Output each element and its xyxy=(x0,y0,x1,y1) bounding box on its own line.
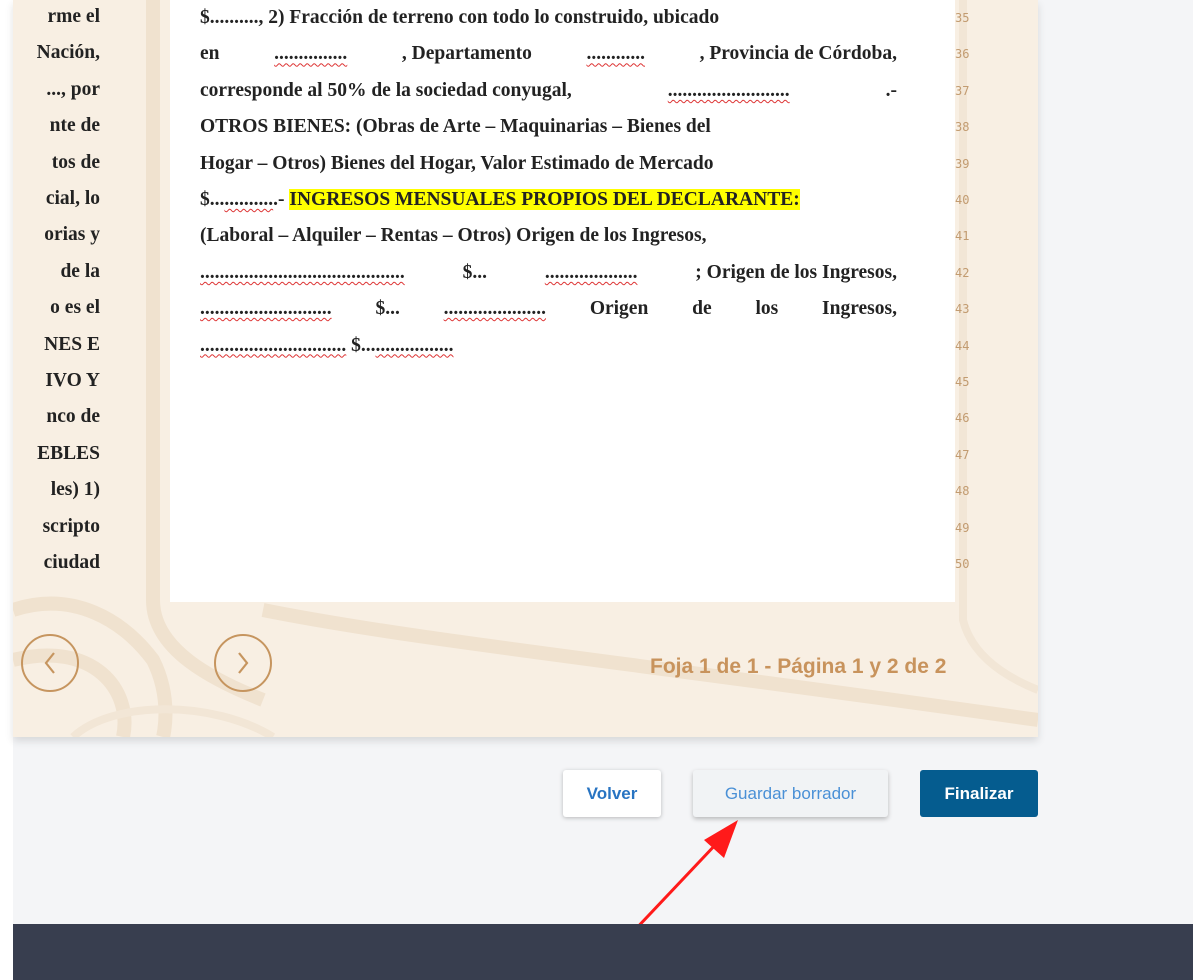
line-number: 40 xyxy=(955,193,970,207)
line-number: 36 xyxy=(955,47,970,62)
chevron-left-icon xyxy=(44,652,55,674)
line-text: de xyxy=(692,298,712,320)
left-page-fragment-line: o es el xyxy=(50,297,100,319)
line-text: $... xyxy=(346,334,376,356)
left-page-fragment-line: les) 1) xyxy=(50,479,100,501)
line-text: (Laboral – Alquiler – Rentas – Otros) Or… xyxy=(200,225,707,247)
left-page-fragment-line: Nación, xyxy=(36,42,100,64)
left-page-fragment-line: EBLES xyxy=(37,442,100,464)
fill-in-blank: .............................. xyxy=(200,334,347,356)
fill-in-blank: ........................... xyxy=(200,298,332,320)
line-text: ; Origen de los Ingresos, xyxy=(695,261,897,283)
highlighted-text: INGRESOS MENSUALES PROPIOS DEL DECLARANT… xyxy=(289,189,800,210)
document-line: $..............- INGRESOS MENSUALES PROP… xyxy=(200,188,897,212)
left-page-fragment-line: nte de xyxy=(49,115,100,137)
line-number: 50 xyxy=(955,557,970,571)
volver-button[interactable]: Volver xyxy=(563,770,661,817)
left-page-fragment-line: IVO Y xyxy=(45,370,100,391)
line-text: $... xyxy=(462,261,487,283)
fill-in-blank: ......................... xyxy=(667,79,790,101)
document-viewer-frame: rme el Nación, ..., por nte de tos de cial, l… xyxy=(13,0,1038,737)
line-text: .- xyxy=(273,189,290,210)
left-page-fragment-line: orias y xyxy=(44,224,100,246)
document-line: corresponde al 50% de la sociedad conyug… xyxy=(200,79,897,103)
fill-in-blank: ................... xyxy=(544,261,638,283)
page-footer xyxy=(13,924,1193,980)
left-page-fragment-line: ..., por xyxy=(46,78,100,100)
fill-in-blank: .......... xyxy=(224,189,274,210)
document-line: Hogar – Otros) Bienes del Hogar, Valor E… xyxy=(200,152,897,176)
left-page-fragment-line: cial, lo xyxy=(45,188,100,209)
line-number: 47 xyxy=(955,447,970,462)
line-text: $... xyxy=(375,298,400,320)
left-page-fragment-line: NES E xyxy=(44,333,100,355)
line-text: en xyxy=(200,43,220,65)
line-text: OTROS BIENES: (Obras de Arte – Maquinari… xyxy=(200,116,711,138)
left-page-fragment-line: de la xyxy=(60,260,100,282)
left-page-fragment-line: nco de xyxy=(46,406,100,428)
document-line: OTROS BIENES: (Obras de Arte – Maquinari… xyxy=(200,115,897,139)
document-line: $.........., 2) Fracción de terreno con … xyxy=(200,6,897,30)
line-number: 35 xyxy=(955,11,970,25)
line-text: los xyxy=(755,298,779,320)
document-line: (Laboral – Alquiler – Rentas – Otros) Or… xyxy=(200,224,897,248)
line-text: Hogar – Otros) Bienes del Hogar, Valor E… xyxy=(200,152,714,174)
document-line: ........................................… xyxy=(200,261,897,285)
left-page-fragment-line: ciudad xyxy=(43,552,100,573)
line-text: $.........., 2) Fracción de terreno con … xyxy=(200,7,720,28)
line-number: 49 xyxy=(955,520,970,535)
left-page-fragment-line: tos de xyxy=(51,151,100,173)
guardar-borrador-button[interactable]: Guardar borrador xyxy=(693,770,888,817)
fill-in-blank: ........................................… xyxy=(200,261,405,283)
foja-page-indicator: Foja 1 de 1 - Página 1 y 2 de 2 xyxy=(650,655,947,678)
line-text: $... xyxy=(200,189,225,210)
line-number: 48 xyxy=(955,484,970,499)
document-line: en............... , Departamento.........… xyxy=(200,42,897,66)
line-number: 43 xyxy=(955,302,970,317)
next-page-button[interactable] xyxy=(214,634,272,692)
line-text: Ingresos, xyxy=(822,298,897,320)
line-text: , Provincia de Córdoba, xyxy=(699,43,897,65)
line-text: corresponde al 50% de la sociedad conyug… xyxy=(200,79,572,101)
previous-page-button[interactable] xyxy=(21,634,79,692)
line-text: Origen xyxy=(589,298,649,320)
line-number: 41 xyxy=(955,229,970,244)
line-number: 39 xyxy=(955,156,970,171)
left-white-edge xyxy=(0,0,13,980)
line-number: 44 xyxy=(955,338,970,353)
line-text: .- xyxy=(885,79,897,101)
fill-in-blank: ................ xyxy=(375,334,454,356)
finalizar-button[interactable]: Finalizar xyxy=(920,770,1038,817)
left-page-fragment-line: scripto xyxy=(42,515,100,537)
line-number: 42 xyxy=(955,265,970,280)
line-number: 38 xyxy=(955,120,970,135)
fill-in-blank: ..................... xyxy=(443,298,546,320)
document-line: ........................... $............… xyxy=(200,297,897,321)
left-page-fragment-line: rme el xyxy=(47,6,100,27)
line-number: 46 xyxy=(955,411,970,426)
line-number: 37 xyxy=(955,83,970,98)
document-line: .............................. $........… xyxy=(200,334,897,358)
fill-in-blank: ............ xyxy=(586,43,645,65)
line-text: , Departamento xyxy=(401,43,532,65)
chevron-right-icon xyxy=(238,652,249,674)
line-number: 45 xyxy=(955,375,970,389)
fill-in-blank: ............... xyxy=(274,43,348,65)
